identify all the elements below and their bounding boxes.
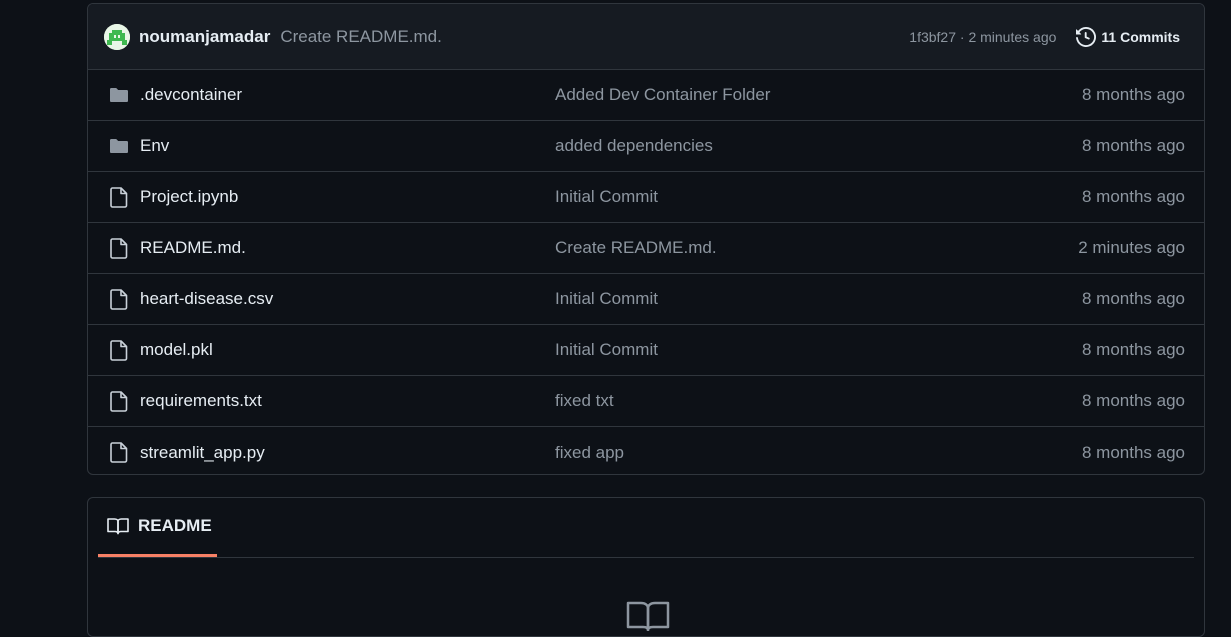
file-row[interactable]: Project.ipynb Initial Commit 8 months ago bbox=[88, 172, 1204, 223]
file-name-link[interactable]: Env bbox=[140, 136, 169, 156]
folder-icon bbox=[108, 136, 130, 156]
file-commit-message-link[interactable]: fixed txt bbox=[555, 391, 614, 411]
file-icon bbox=[108, 186, 130, 208]
file-commit-date: 8 months ago bbox=[1081, 289, 1185, 308]
file-commit-date: 8 months ago bbox=[1081, 136, 1185, 155]
book-icon bbox=[107, 518, 129, 535]
file-icon bbox=[108, 237, 130, 259]
file-row[interactable]: streamlit_app.py fixed app 8 months ago bbox=[88, 427, 1204, 474]
file-commit-date: 8 months ago bbox=[1081, 85, 1185, 104]
file-name-link[interactable]: streamlit_app.py bbox=[140, 443, 265, 463]
file-row[interactable]: heart-disease.csv Initial Commit 8 months … bbox=[88, 274, 1204, 325]
file-name-link[interactable]: README.md. bbox=[140, 238, 246, 258]
file-row[interactable]: README.md. Create README.md. 2 minutes ago bbox=[88, 223, 1204, 274]
commit-author[interactable]: noumanjamadar bbox=[139, 27, 270, 47]
file-commit-message-link[interactable]: Initial Commit bbox=[555, 340, 658, 360]
avatar[interactable] bbox=[104, 23, 130, 50]
file-icon bbox=[108, 288, 130, 310]
commit-hash-time[interactable]: 1f3bf27 · 2 minutes ago bbox=[909, 29, 1056, 45]
file-name-link[interactable]: requirements.txt bbox=[140, 391, 262, 411]
folder-icon bbox=[108, 85, 130, 105]
file-icon bbox=[108, 390, 130, 412]
readme-panel: README bbox=[87, 497, 1205, 637]
readme-tab-label: README bbox=[138, 516, 212, 535]
file-commit-date: 8 months ago bbox=[1081, 442, 1185, 462]
file-name-link[interactable]: model.pkl bbox=[140, 340, 213, 360]
file-commit-message-link[interactable]: added dependencies bbox=[555, 136, 713, 156]
file-row[interactable]: model.pkl Initial Commit 8 months ago bbox=[88, 325, 1204, 376]
file-icon bbox=[108, 339, 130, 361]
file-commit-message-link[interactable]: fixed app bbox=[555, 443, 624, 463]
history-icon bbox=[1076, 26, 1097, 47]
file-list: .devcontainer Added Dev Container Folder 8… bbox=[88, 70, 1204, 474]
file-icon bbox=[108, 441, 130, 463]
file-commit-message-link[interactable]: Create README.md. bbox=[555, 238, 717, 258]
commit-message[interactable]: Create README.md. bbox=[280, 27, 442, 47]
file-row[interactable]: Env added dependencies 8 months ago bbox=[88, 121, 1204, 172]
file-name-link[interactable]: Project.ipynb bbox=[140, 187, 238, 207]
file-commit-date: 8 months ago bbox=[1081, 391, 1185, 410]
file-row[interactable]: requirements.txt fixed txt 8 months ago bbox=[88, 376, 1204, 427]
commits-button[interactable]: 11 Commits bbox=[1076, 26, 1180, 47]
file-commit-date: 8 months ago bbox=[1081, 187, 1185, 206]
file-commit-date: 8 months ago bbox=[1081, 340, 1185, 359]
file-browser: noumanjamadar Create README.md. 1f3bf27 … bbox=[87, 3, 1205, 475]
book-icon bbox=[626, 601, 670, 631]
commits-count-label: 11 Commits bbox=[1101, 28, 1180, 45]
readme-tab[interactable]: README bbox=[98, 498, 217, 557]
latest-commit-bar: noumanjamadar Create README.md. 1f3bf27 … bbox=[88, 4, 1204, 70]
file-commit-message-link[interactable]: Added Dev Container Folder bbox=[555, 85, 770, 105]
readme-divider bbox=[98, 557, 1194, 558]
file-commit-date: 2 minutes ago bbox=[1078, 238, 1185, 257]
file-row[interactable]: .devcontainer Added Dev Container Folder 8… bbox=[88, 70, 1204, 121]
file-commit-message-link[interactable]: Initial Commit bbox=[555, 187, 658, 207]
file-commit-message-link[interactable]: Initial Commit bbox=[555, 289, 658, 309]
file-name-link[interactable]: heart-disease.csv bbox=[140, 289, 273, 309]
file-name-link[interactable]: .devcontainer bbox=[140, 85, 242, 105]
